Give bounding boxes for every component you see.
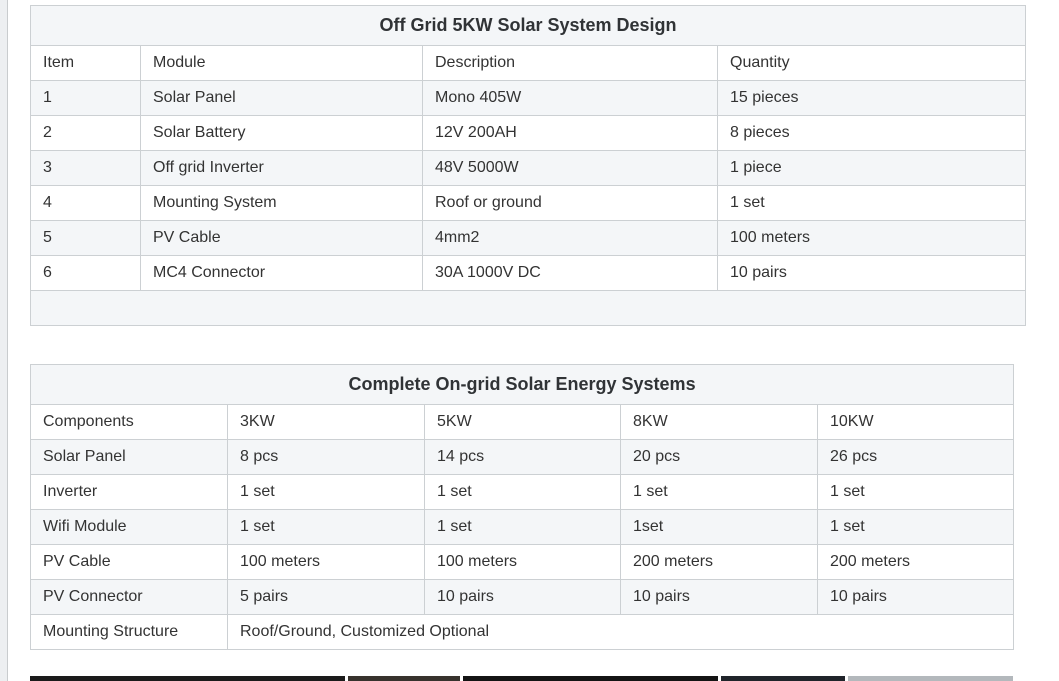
column-header-5kw: 5KW: [425, 405, 621, 440]
offgrid-empty-row: [31, 291, 1026, 326]
cell-description: Roof or ground: [423, 186, 718, 221]
partial-image-strip: [721, 676, 845, 681]
cell-module: Solar Panel: [141, 81, 423, 116]
table-row: Wifi Module 1 set 1 set 1set 1 set: [31, 510, 1014, 545]
cell-quantity: 15 pieces: [718, 81, 1026, 116]
cell-item: 2: [31, 116, 141, 151]
column-header-module: Module: [141, 46, 423, 81]
cell-item: 1: [31, 81, 141, 116]
column-header-quantity: Quantity: [718, 46, 1026, 81]
table-row: 4 Mounting System Roof or ground 1 set: [31, 186, 1026, 221]
cell-component: Wifi Module: [31, 510, 228, 545]
table-row: PV Cable 100 meters 100 meters 200 meter…: [31, 545, 1014, 580]
table-row: 5 PV Cable 4mm2 100 meters: [31, 221, 1026, 256]
cell-module: Mounting System: [141, 186, 423, 221]
cell-8kw: 1 set: [621, 475, 818, 510]
offgrid-title-row: Off Grid 5KW Solar System Design: [31, 6, 1026, 46]
partial-image-strip: [30, 676, 345, 681]
table-row: Solar Panel 8 pcs 14 pcs 20 pcs 26 pcs: [31, 440, 1014, 475]
column-header-components: Components: [31, 405, 228, 440]
cell-10kw: 200 meters: [818, 545, 1014, 580]
cell-5kw: 14 pcs: [425, 440, 621, 475]
cell-10kw: 26 pcs: [818, 440, 1014, 475]
cell-5kw: 1 set: [425, 475, 621, 510]
cell-5kw: 10 pairs: [425, 580, 621, 615]
cell-8kw: 200 meters: [621, 545, 818, 580]
cell-component: PV Cable: [31, 545, 228, 580]
offgrid-table-title: Off Grid 5KW Solar System Design: [31, 6, 1026, 46]
cell-quantity: 100 meters: [718, 221, 1026, 256]
column-header-3kw: 3KW: [228, 405, 425, 440]
partial-image-strip: [348, 676, 460, 681]
cell-module: PV Cable: [141, 221, 423, 256]
cell-10kw: 1 set: [818, 475, 1014, 510]
cell-description: 4mm2: [423, 221, 718, 256]
ongrid-table: Complete On-grid Solar Energy Systems Co…: [30, 364, 1014, 650]
cell-item: 4: [31, 186, 141, 221]
cell-8kw: 1set: [621, 510, 818, 545]
table-row: PV Connector 5 pairs 10 pairs 10 pairs 1…: [31, 580, 1014, 615]
cell-quantity: 1 piece: [718, 151, 1026, 186]
cell-8kw: 10 pairs: [621, 580, 818, 615]
cell-quantity: 10 pairs: [718, 256, 1026, 291]
table-row: 6 MC4 Connector 30A 1000V DC 10 pairs: [31, 256, 1026, 291]
cell-module: MC4 Connector: [141, 256, 423, 291]
empty-spacer-cell: [31, 291, 1026, 326]
cell-component: Mounting Structure: [31, 615, 228, 650]
ongrid-table-container: Complete On-grid Solar Energy Systems Co…: [30, 364, 1013, 650]
cell-item: 5: [31, 221, 141, 256]
cell-5kw: 1 set: [425, 510, 621, 545]
offgrid-header-row: Item Module Description Quantity: [31, 46, 1026, 81]
cell-10kw: 10 pairs: [818, 580, 1014, 615]
page-left-gutter: [0, 0, 8, 681]
cell-quantity: 1 set: [718, 186, 1026, 221]
ongrid-header-row: Components 3KW 5KW 8KW 10KW: [31, 405, 1014, 440]
table-row: Inverter 1 set 1 set 1 set 1 set: [31, 475, 1014, 510]
cell-component: PV Connector: [31, 580, 228, 615]
cell-item: 3: [31, 151, 141, 186]
cell-3kw: 100 meters: [228, 545, 425, 580]
column-header-10kw: 10KW: [818, 405, 1014, 440]
column-header-item: Item: [31, 46, 141, 81]
cell-module: Off grid Inverter: [141, 151, 423, 186]
cell-description: Mono 405W: [423, 81, 718, 116]
cell-3kw: 1 set: [228, 510, 425, 545]
cell-8kw: 20 pcs: [621, 440, 818, 475]
cell-mounting-value: Roof/Ground, Customized Optional: [228, 615, 1014, 650]
cell-3kw: 8 pcs: [228, 440, 425, 475]
cell-component: Solar Panel: [31, 440, 228, 475]
offgrid-table: Off Grid 5KW Solar System Design Item Mo…: [30, 5, 1026, 326]
ongrid-table-title: Complete On-grid Solar Energy Systems: [31, 365, 1014, 405]
partial-image-strip: [463, 676, 718, 681]
cell-quantity: 8 pieces: [718, 116, 1026, 151]
partial-image-strip: [848, 676, 1013, 681]
cell-description: 48V 5000W: [423, 151, 718, 186]
cell-module: Solar Battery: [141, 116, 423, 151]
cell-item: 6: [31, 256, 141, 291]
table-row: 1 Solar Panel Mono 405W 15 pieces: [31, 81, 1026, 116]
cell-10kw: 1 set: [818, 510, 1014, 545]
cell-component: Inverter: [31, 475, 228, 510]
cell-description: 12V 200AH: [423, 116, 718, 151]
column-header-8kw: 8KW: [621, 405, 818, 440]
column-header-description: Description: [423, 46, 718, 81]
mounting-structure-row: Mounting Structure Roof/Ground, Customiz…: [31, 615, 1014, 650]
table-row: 2 Solar Battery 12V 200AH 8 pieces: [31, 116, 1026, 151]
offgrid-table-container: Off Grid 5KW Solar System Design Item Mo…: [30, 5, 1025, 326]
cell-description: 30A 1000V DC: [423, 256, 718, 291]
cell-5kw: 100 meters: [425, 545, 621, 580]
table-row: 3 Off grid Inverter 48V 5000W 1 piece: [31, 151, 1026, 186]
cell-3kw: 1 set: [228, 475, 425, 510]
ongrid-title-row: Complete On-grid Solar Energy Systems: [31, 365, 1014, 405]
cell-3kw: 5 pairs: [228, 580, 425, 615]
